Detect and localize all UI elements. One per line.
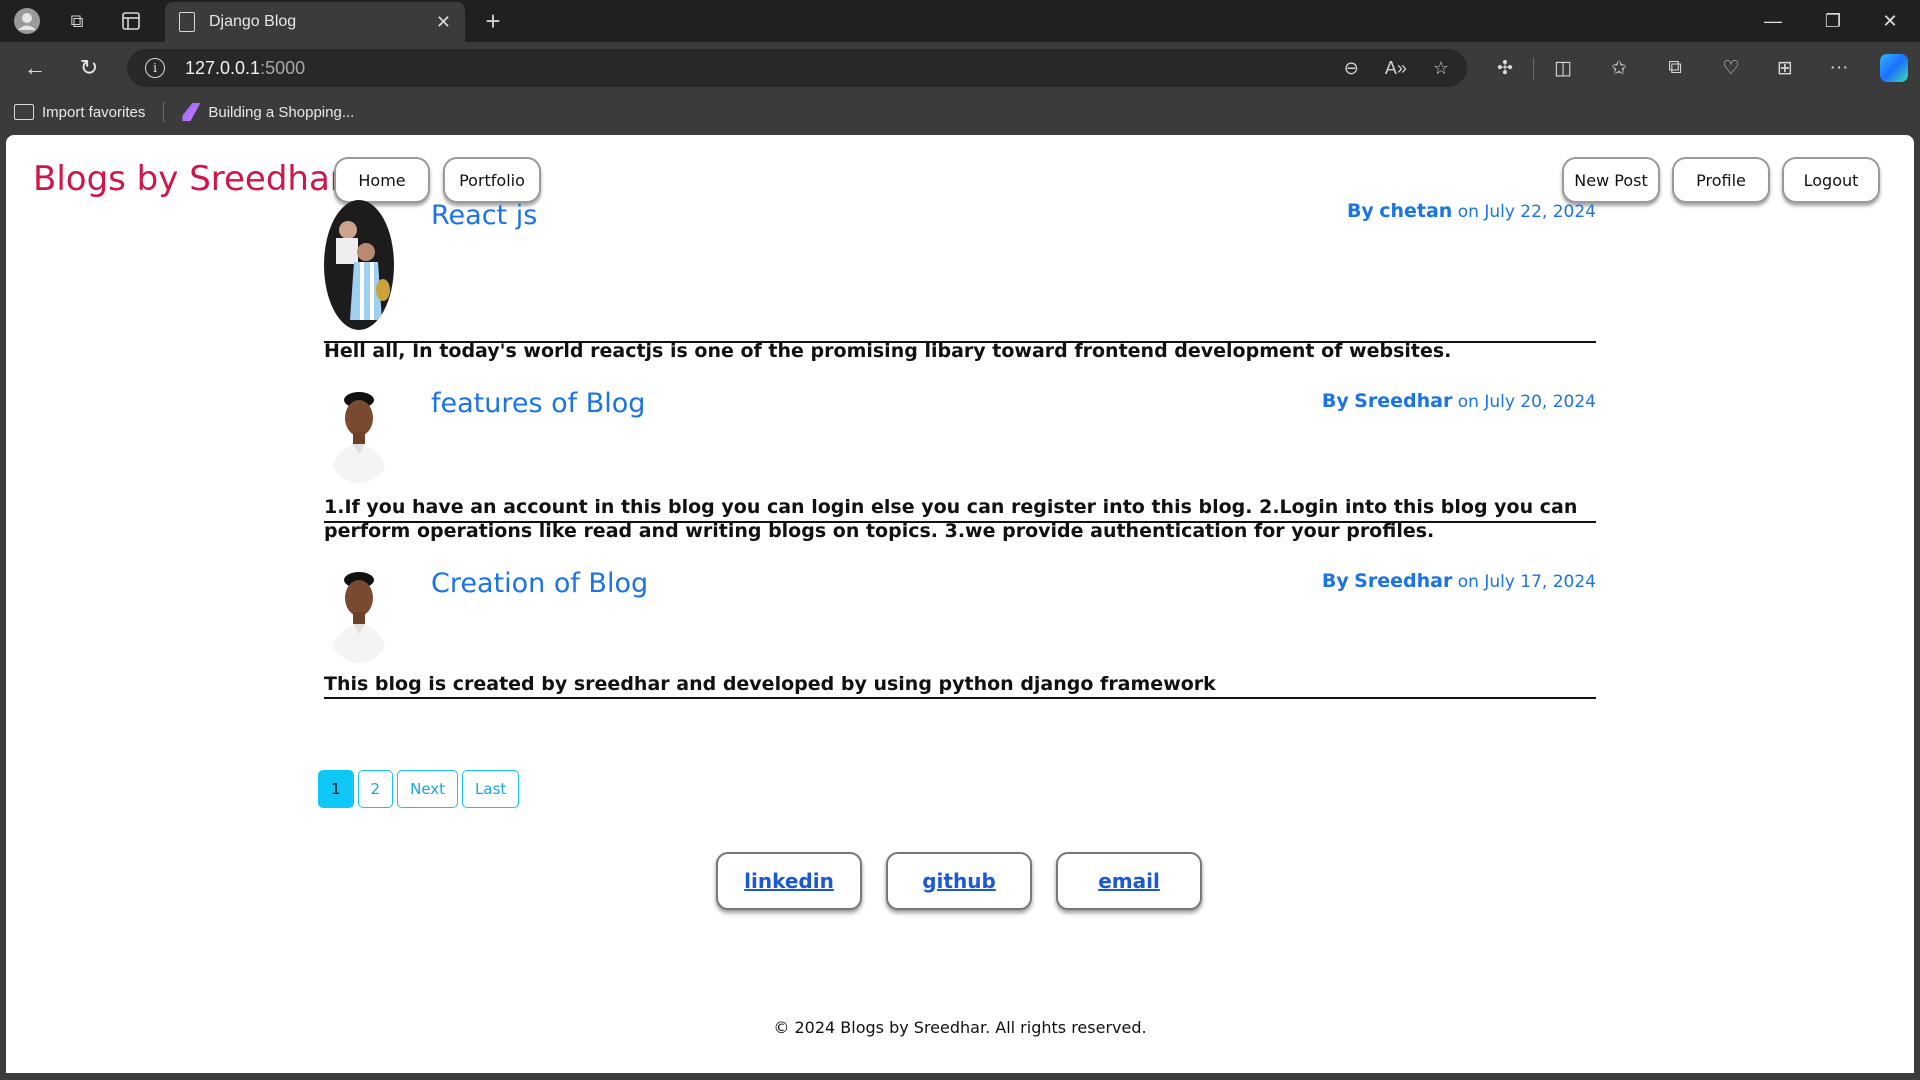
post-body: Hell all, In today's world reactjs is on… xyxy=(324,340,1452,362)
import-icon xyxy=(14,104,34,120)
page-viewport: Blogs by Sreedhar Home Portfolio New Pos… xyxy=(6,135,1914,1073)
post-author-prefix: By xyxy=(1346,200,1374,222)
favorites-divider xyxy=(163,102,165,122)
apps-icon[interactable]: ⊞ xyxy=(1770,53,1800,83)
toolbar-divider xyxy=(1533,58,1534,80)
author-avatar[interactable] xyxy=(324,388,394,483)
post-item: React js By chetan on July 22, 2024 Hell… xyxy=(324,198,1596,362)
info-icon[interactable]: i xyxy=(145,58,165,78)
post-item: Creation of Blog By Sreedhar on July 17,… xyxy=(324,568,1596,699)
address-bar[interactable]: i 127.0.0.1:5000 ⊖ A» ☆ xyxy=(127,49,1467,87)
close-tab-icon[interactable]: ✕ xyxy=(436,12,451,33)
pagination: 1 2 Next Last xyxy=(318,770,520,808)
post-author[interactable]: Sreedhar xyxy=(1354,390,1452,412)
favorite-star-icon[interactable]: ☆ xyxy=(1433,58,1449,79)
github-link[interactable]: github xyxy=(886,852,1032,910)
split-screen-icon[interactable]: ◫ xyxy=(1548,53,1578,83)
favorite-import[interactable]: Import favorites xyxy=(14,104,145,121)
nav-portfolio-button[interactable]: Portfolio xyxy=(443,157,541,203)
post-date: on July 20, 2024 xyxy=(1457,392,1596,412)
new-tab-icon[interactable]: + xyxy=(478,6,508,36)
post-meta: By Sreedhar on July 17, 2024 xyxy=(1322,570,1596,592)
page-icon xyxy=(179,12,195,32)
more-options-icon[interactable]: ··· xyxy=(1824,53,1854,83)
favorites-icon[interactable]: ✩ xyxy=(1604,53,1634,83)
favorite-import-label: Import favorites xyxy=(42,103,146,121)
close-window-icon[interactable]: ✕ xyxy=(1862,0,1918,42)
page-2-button[interactable]: 2 xyxy=(357,770,394,808)
linkedin-link[interactable]: linkedin xyxy=(716,852,862,910)
logout-button[interactable]: Logout xyxy=(1782,157,1880,203)
post-title[interactable]: Creation of Blog xyxy=(431,568,648,599)
post-title[interactable]: React js xyxy=(431,200,537,231)
restore-icon[interactable]: ❐ xyxy=(1805,0,1861,42)
minimize-icon[interactable]: — xyxy=(1745,0,1801,42)
favorites-bar: Import favorites Building a Shopping... xyxy=(0,92,1920,132)
page-1-button[interactable]: 1 xyxy=(318,770,354,808)
tab-django-blog[interactable]: Django Blog ✕ xyxy=(165,2,465,42)
post-date: on July 22, 2024 xyxy=(1457,202,1596,222)
email-link[interactable]: email xyxy=(1056,852,1202,910)
browser-toolbar: ← ↻ i 127.0.0.1:5000 ⊖ A» ☆ ✣ ◫ ✩ ⧉ ♡ ⊞ … xyxy=(0,42,1920,92)
post-author[interactable]: Sreedhar xyxy=(1354,570,1452,592)
post-item: features of Blog By Sreedhar on July 20,… xyxy=(324,388,1596,542)
post-author[interactable]: chetan xyxy=(1379,200,1452,222)
browser-tab-bar: ⧉ Django Blog ✕ + — ❐ ✕ xyxy=(0,0,1920,42)
copilot-icon[interactable] xyxy=(1880,54,1908,82)
post-date: on July 17, 2024 xyxy=(1457,572,1596,592)
refresh-icon[interactable]: ↻ xyxy=(72,51,106,85)
url-host: 127.0.0.1 xyxy=(185,57,261,78)
collections-icon[interactable]: ⧉ xyxy=(1660,53,1690,83)
next-page-button[interactable]: Next xyxy=(397,770,459,808)
post-meta: By chetan on July 22, 2024 xyxy=(1347,200,1596,222)
profile-icon[interactable] xyxy=(12,6,42,36)
read-aloud-icon[interactable]: A» xyxy=(1385,58,1407,79)
back-icon[interactable]: ← xyxy=(18,51,52,85)
post-body: This blog is created by sreedhar and dev… xyxy=(324,673,1216,695)
url-port: :5000 xyxy=(260,57,306,78)
author-avatar[interactable] xyxy=(324,200,394,330)
post-body: 1.If you have an account in this blog yo… xyxy=(324,496,1578,542)
post-author-prefix: By xyxy=(1321,390,1349,412)
workspaces-icon[interactable]: ⧉ xyxy=(62,6,92,36)
site-brand[interactable]: Blogs by Sreedhar xyxy=(33,159,344,199)
extensions-icon[interactable]: ✣ xyxy=(1490,53,1520,83)
browser-essentials-icon[interactable]: ♡ xyxy=(1716,53,1746,83)
tab-title: Django Blog xyxy=(209,13,297,30)
bookmark-icon xyxy=(182,103,201,121)
favorite-shopping-label: Building a Shopping... xyxy=(208,103,355,121)
post-meta: By Sreedhar on July 20, 2024 xyxy=(1322,390,1596,412)
tab-actions-icon[interactable] xyxy=(116,6,146,36)
favorite-shopping[interactable]: Building a Shopping... xyxy=(182,103,354,121)
profile-button[interactable]: Profile xyxy=(1672,157,1770,203)
nav-home-button[interactable]: Home xyxy=(334,157,430,203)
new-post-button[interactable]: New Post xyxy=(1562,157,1660,203)
post-author-prefix: By xyxy=(1321,570,1349,592)
last-page-button[interactable]: Last xyxy=(462,770,520,808)
post-title[interactable]: features of Blog xyxy=(431,388,645,419)
zoom-out-icon[interactable]: ⊖ xyxy=(1344,58,1359,79)
author-avatar[interactable] xyxy=(324,568,394,663)
footer-copyright: © 2024 Blogs by Sreedhar. All rights res… xyxy=(773,1018,1147,1037)
